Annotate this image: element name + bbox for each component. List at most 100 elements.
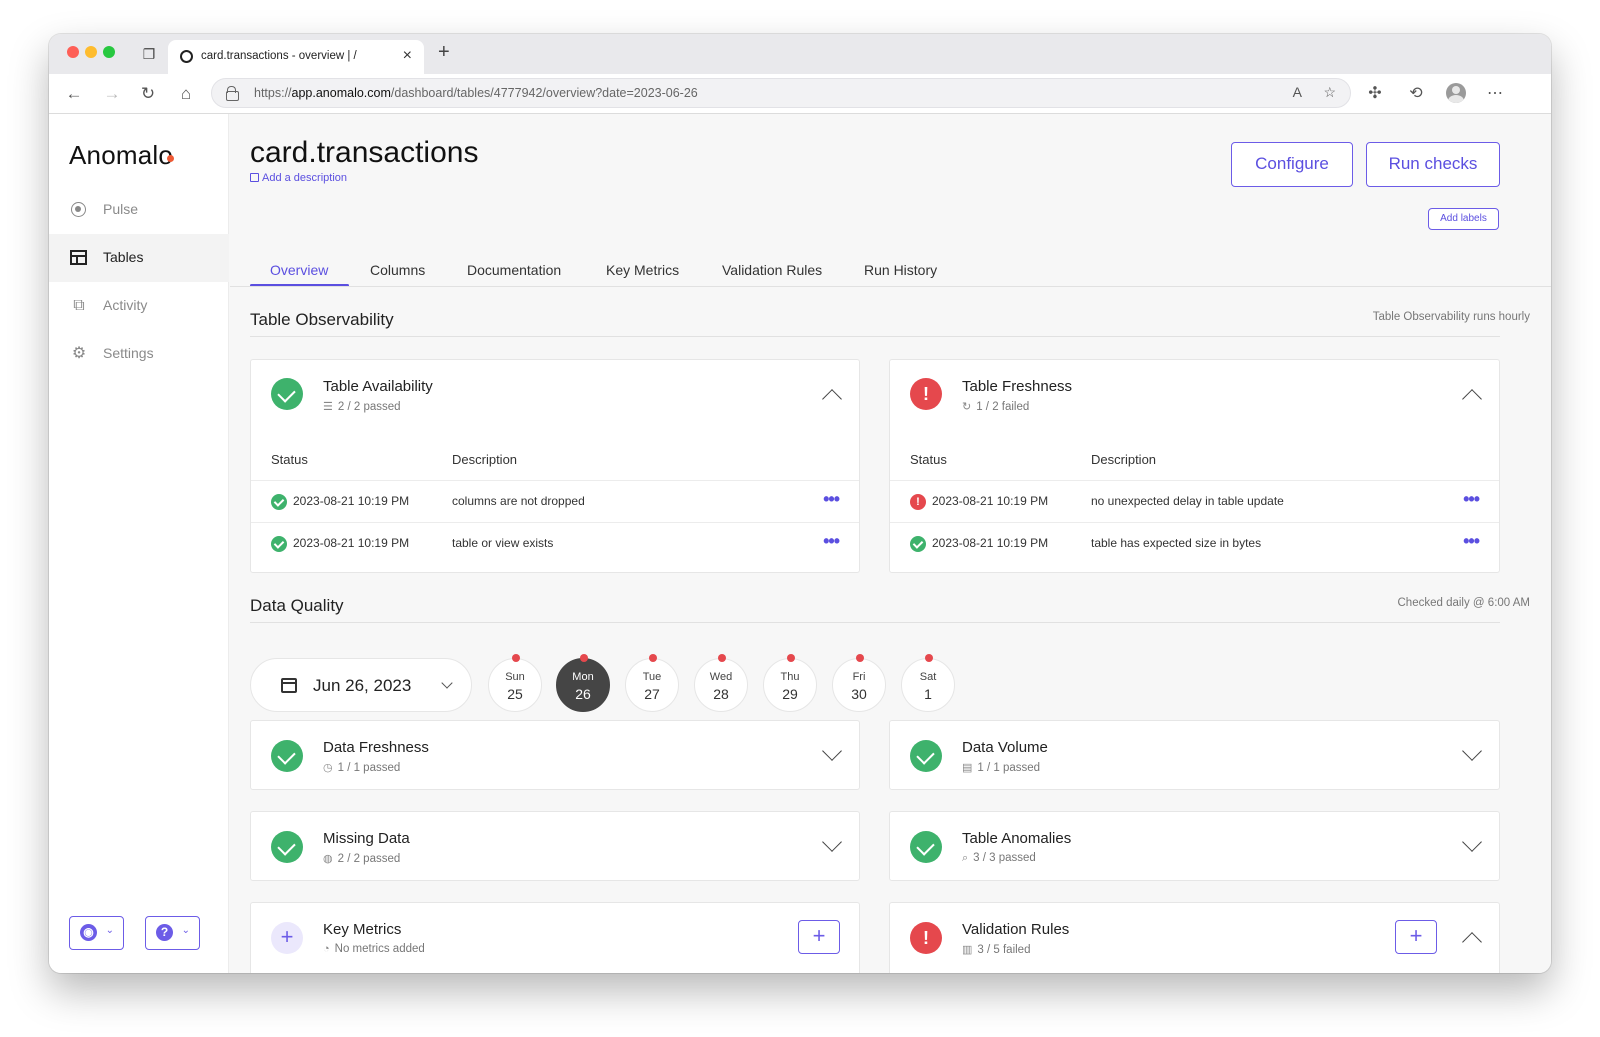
missing-data-card[interactable]: Missing Data ◍ 2 / 2 passed bbox=[250, 811, 860, 881]
table-row[interactable]: 2023-08-21 10:19 PM table has expected s… bbox=[890, 522, 1499, 564]
expand-chevron-icon[interactable] bbox=[822, 741, 842, 761]
close-window-button[interactable] bbox=[67, 46, 79, 58]
add-key-metric-button[interactable]: + bbox=[798, 920, 840, 954]
close-tab-icon[interactable]: × bbox=[403, 47, 412, 65]
more-actions-icon[interactable]: ••• bbox=[1463, 490, 1480, 508]
key-metrics-card: + Key Metrics ◔ No metrics added + bbox=[250, 902, 860, 973]
collapse-chevron-icon[interactable] bbox=[822, 389, 842, 409]
reload-icon[interactable]: ↻ bbox=[137, 83, 159, 105]
page-title: card.transactions bbox=[250, 136, 479, 169]
extensions-icon[interactable]: ✣ bbox=[1364, 83, 1386, 105]
collapse-chevron-icon[interactable] bbox=[1462, 389, 1482, 409]
day-fri-30[interactable]: Fri 30 bbox=[832, 654, 886, 712]
description-column-header: Description bbox=[1091, 452, 1157, 467]
more-actions-icon[interactable]: ••• bbox=[823, 490, 840, 508]
table-row[interactable]: ! 2023-08-21 10:19 PM no unexpected dela… bbox=[890, 480, 1499, 522]
collapse-chevron-icon[interactable] bbox=[1462, 932, 1482, 952]
pass-status-icon bbox=[271, 378, 303, 410]
history-icon[interactable]: ⟲ bbox=[1405, 83, 1427, 105]
card-summary: ▥ 3 / 5 failed bbox=[962, 944, 1031, 956]
table-freshness-card: ! Table Freshness ↻ 1 / 2 failed Status D… bbox=[889, 359, 1500, 573]
workspace-menu-button[interactable]: ◉ ⌄ bbox=[69, 916, 124, 950]
tab-run-history[interactable]: Run History bbox=[864, 262, 937, 278]
table-anomalies-card[interactable]: Table Anomalies ⌕ 3 / 3 passed bbox=[889, 811, 1500, 881]
pulse-icon bbox=[69, 200, 89, 220]
new-tab-icon[interactable]: + bbox=[438, 41, 450, 64]
run-checks-button[interactable]: Run checks bbox=[1366, 142, 1500, 187]
browser-tab-title: card.transactions - overview | / bbox=[201, 50, 357, 62]
anomalo-logo[interactable]: Anomalo bbox=[69, 140, 175, 171]
pass-status-icon bbox=[271, 740, 303, 772]
day-tue-27[interactable]: Tue 27 bbox=[625, 654, 679, 712]
card-title: Table Anomalies bbox=[962, 830, 1072, 847]
checklist-icon: ☰ bbox=[323, 401, 333, 413]
date-picker[interactable]: Jun 26, 2023 bbox=[250, 658, 472, 712]
day-sun-25[interactable]: Sun 25 bbox=[488, 654, 542, 712]
refresh-icon: ↻ bbox=[962, 401, 972, 413]
data-volume-card[interactable]: Data Volume ▤ 1 / 1 passed bbox=[889, 720, 1500, 790]
sidebar-item-pulse[interactable]: Pulse bbox=[49, 186, 229, 234]
read-aloud-icon[interactable]: A bbox=[1293, 84, 1302, 100]
day-thu-29[interactable]: Thu 29 bbox=[763, 654, 817, 712]
tab-key-metrics[interactable]: Key Metrics bbox=[606, 262, 679, 278]
missing-data-icon: ◍ bbox=[323, 853, 333, 865]
profile-avatar[interactable] bbox=[1446, 83, 1466, 103]
sidebar-item-label: Tables bbox=[103, 249, 144, 265]
card-title: Data Freshness bbox=[323, 739, 429, 756]
tab-validation-rules[interactable]: Validation Rules bbox=[722, 262, 822, 278]
card-summary: ◍ 2 / 2 passed bbox=[323, 853, 401, 865]
table-row[interactable]: 2023-08-21 10:19 PM columns are not drop… bbox=[251, 480, 859, 522]
forward-icon[interactable]: → bbox=[101, 83, 123, 105]
section-title-data-quality: Data Quality bbox=[250, 596, 344, 615]
add-description-link[interactable]: Add a description bbox=[250, 172, 347, 184]
add-validation-rule-button[interactable]: + bbox=[1395, 920, 1437, 954]
zoom-window-button[interactable] bbox=[103, 46, 115, 58]
app-root: Anomalo Pulse Tables ⧉ Activity ⚙ Settin… bbox=[49, 114, 1551, 973]
failure-dot bbox=[649, 654, 657, 662]
check-description: table has expected size in bytes bbox=[1091, 536, 1262, 550]
more-actions-icon[interactable]: ••• bbox=[1463, 532, 1480, 550]
sidebar-item-tables[interactable]: Tables bbox=[49, 234, 229, 282]
fail-status-icon: ! bbox=[910, 922, 942, 954]
section-title-observability: Table Observability bbox=[250, 310, 394, 329]
day-sat-1[interactable]: Sat 1 bbox=[901, 654, 955, 712]
tab-overview[interactable]: Overview bbox=[270, 262, 328, 278]
sidebar-item-settings[interactable]: ⚙ Settings bbox=[49, 330, 229, 378]
expand-chevron-icon[interactable] bbox=[1462, 741, 1482, 761]
configure-button[interactable]: Configure bbox=[1231, 142, 1353, 187]
address-bar[interactable]: https://app.anomalo.com/dashboard/tables… bbox=[211, 78, 1351, 108]
data-freshness-card[interactable]: Data Freshness ◷ 1 / 1 passed bbox=[250, 720, 860, 790]
more-actions-icon[interactable]: ••• bbox=[823, 532, 840, 550]
gauge-icon: ◔ bbox=[323, 943, 330, 955]
tab-documentation[interactable]: Documentation bbox=[467, 262, 561, 278]
pass-status-icon bbox=[271, 536, 287, 552]
failure-dot bbox=[787, 654, 795, 662]
sidebar-item-activity[interactable]: ⧉ Activity bbox=[49, 282, 229, 330]
minimize-window-button[interactable] bbox=[85, 46, 97, 58]
day-mon-26[interactable]: Mon 26 bbox=[556, 654, 610, 712]
card-title: Table Freshness bbox=[962, 378, 1073, 395]
table-row[interactable]: 2023-08-21 10:19 PM table or view exists… bbox=[251, 522, 859, 564]
tab-actions-icon[interactable]: ❐ bbox=[140, 45, 158, 63]
fail-status-icon: ! bbox=[910, 494, 926, 510]
clock-icon: ◷ bbox=[323, 762, 333, 774]
browser-tab[interactable]: card.transactions - overview | / × bbox=[168, 40, 424, 74]
expand-chevron-icon[interactable] bbox=[1462, 832, 1482, 852]
failure-dot bbox=[512, 654, 520, 662]
back-icon[interactable]: ← bbox=[63, 83, 85, 105]
expand-chevron-icon[interactable] bbox=[822, 832, 842, 852]
add-labels-button[interactable]: Add labels bbox=[1428, 208, 1499, 230]
more-options-icon[interactable]: ⋯ bbox=[1484, 83, 1506, 105]
description-column-header: Description bbox=[452, 452, 518, 467]
help-menu-button[interactable]: ? ⌄ bbox=[145, 916, 200, 950]
magnifier-icon: ⌕ bbox=[962, 852, 969, 864]
failure-dot bbox=[856, 654, 864, 662]
favorite-star-icon[interactable]: ☆ bbox=[1323, 84, 1336, 101]
tab-columns[interactable]: Columns bbox=[370, 262, 425, 278]
check-description: no unexpected delay in table update bbox=[1091, 494, 1284, 508]
card-title: Missing Data bbox=[323, 830, 410, 847]
check-time: 2023-08-21 10:19 PM bbox=[293, 536, 410, 550]
day-wed-28[interactable]: Wed 28 bbox=[694, 654, 748, 712]
section-divider bbox=[250, 622, 1500, 623]
home-icon[interactable]: ⌂ bbox=[175, 83, 197, 105]
